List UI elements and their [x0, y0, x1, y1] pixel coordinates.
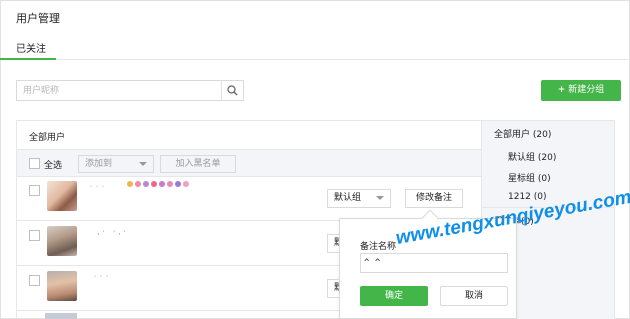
remark-name-label: 备注名称 — [360, 242, 397, 252]
confirm-button[interactable]: 确定 — [360, 286, 428, 306]
user-nickname: ·˙ ˙·˙ — [97, 230, 129, 239]
add-to-blacklist-button[interactable]: 加入黑名单 — [160, 155, 236, 173]
new-group-label: 新建分组 — [568, 85, 605, 95]
search-box — [16, 80, 244, 101]
plus-icon: + — [557, 85, 566, 95]
user-nickname: ˙˙˙ — [93, 275, 111, 284]
remark-name-input[interactable] — [360, 253, 508, 273]
add-to-dropdown[interactable]: 添加到 — [78, 155, 154, 173]
user-row-checkbox[interactable] — [29, 230, 40, 241]
search-icon — [227, 85, 238, 96]
sidebar-all-users[interactable]: 全部用户 (20) — [494, 127, 551, 140]
user-list-header: 全部用户 — [17, 121, 481, 149]
user-row-checkbox[interactable] — [29, 185, 40, 196]
chevron-down-icon — [376, 196, 384, 200]
emoji-dot — [143, 181, 149, 187]
sidebar-item-starred[interactable]: 星标组 (0) — [508, 171, 551, 184]
avatar — [47, 271, 77, 301]
search-input[interactable] — [17, 81, 222, 100]
user-row: ˙˙˙ 默认组 修改备注 — [17, 177, 481, 221]
emoji-dot — [183, 181, 189, 187]
user-row-partial — [45, 313, 77, 319]
avatar — [47, 226, 77, 256]
emoji-dot — [135, 181, 141, 187]
user-group-value: 默认组 — [334, 193, 362, 203]
avatar — [47, 181, 77, 211]
search-button[interactable] — [221, 81, 243, 100]
nickname-emoji-decoration — [127, 181, 189, 187]
emoji-dot — [159, 181, 165, 187]
user-list-title: 全部用户 — [29, 133, 66, 143]
emoji-dot — [151, 181, 157, 187]
emoji-dot — [167, 181, 173, 187]
sidebar-item-1212[interactable]: 1212 (0) — [508, 192, 547, 202]
user-group-select[interactable]: 默认组 — [327, 189, 391, 208]
user-nickname: ˙˙˙ — [89, 185, 107, 194]
edit-remark-button[interactable]: 修改备注 — [405, 189, 463, 208]
tab-active-indicator — [0, 58, 56, 60]
emoji-dot — [175, 181, 181, 187]
user-row-checkbox[interactable] — [29, 275, 40, 286]
page-title: 用户管理 — [16, 12, 60, 25]
emoji-dot — [127, 181, 133, 187]
select-all-label: 全选 — [44, 161, 63, 171]
chevron-down-icon — [139, 162, 147, 166]
new-group-button[interactable]: + 新建分组 — [541, 80, 621, 101]
cancel-button[interactable]: 取消 — [440, 286, 508, 306]
select-all-checkbox[interactable] — [29, 158, 40, 169]
tab-bar: 已关注 — [0, 34, 630, 60]
add-to-label: 添加到 — [85, 159, 113, 169]
user-list-toolbar: 全选 添加到 加入黑名单 — [17, 149, 481, 177]
sidebar-item-default[interactable]: 默认组 (20) — [508, 150, 556, 163]
